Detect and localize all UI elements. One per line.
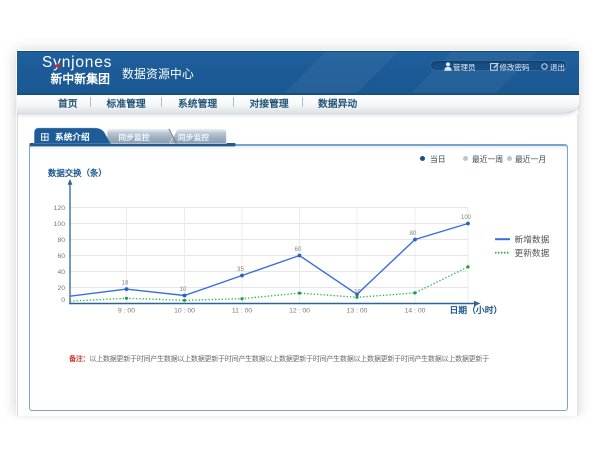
svg-text:60: 60 xyxy=(295,247,302,253)
svg-text:14 : 00: 14 : 00 xyxy=(405,308,426,315)
svg-text:35: 35 xyxy=(237,267,244,273)
svg-text:0: 0 xyxy=(61,297,65,304)
svg-text:11 : 00: 11 : 00 xyxy=(232,308,253,315)
svg-text:新增数据: 新增数据 xyxy=(515,234,550,245)
svg-text:80: 80 xyxy=(57,237,65,244)
svg-text:100: 100 xyxy=(461,215,472,221)
svg-text:18: 18 xyxy=(122,281,129,287)
svg-text:80: 80 xyxy=(410,231,417,237)
svg-text:更新数据: 更新数据 xyxy=(515,247,550,258)
svg-text:10: 10 xyxy=(354,290,361,296)
svg-text:9 : 00: 9 : 00 xyxy=(118,308,135,315)
svg-text:20: 20 xyxy=(57,285,65,292)
svg-text:同步监控: 同步监控 xyxy=(119,132,150,142)
svg-text:13 : 00: 13 : 00 xyxy=(347,308,368,315)
svg-text:100: 100 xyxy=(54,221,66,228)
svg-text:10: 10 xyxy=(180,287,187,293)
svg-text:12 : 00: 12 : 00 xyxy=(289,308,310,315)
svg-text:60: 60 xyxy=(57,253,65,260)
svg-text:10 : 00: 10 : 00 xyxy=(174,308,195,315)
svg-text:120: 120 xyxy=(54,205,66,212)
svg-text:日期（小时）: 日期（小时） xyxy=(450,304,503,315)
svg-text:40: 40 xyxy=(57,269,65,276)
svg-text:同步监控: 同步监控 xyxy=(178,132,209,142)
svg-text:系统介绍: 系统介绍 xyxy=(55,132,90,142)
